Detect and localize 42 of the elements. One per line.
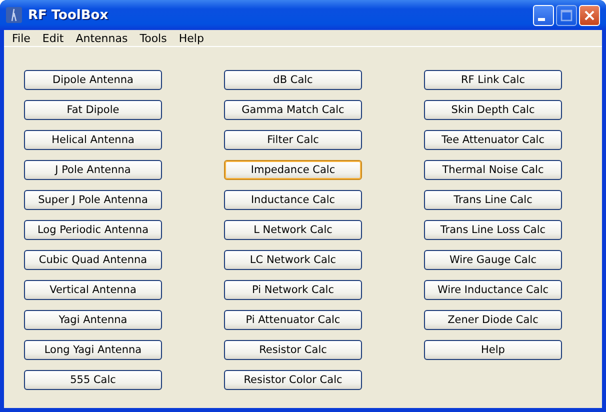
tool-button[interactable]: Zener Diode Calc: [424, 310, 562, 330]
tool-button[interactable]: Log Periodic Antenna: [24, 220, 162, 240]
tool-button[interactable]: Wire Inductance Calc: [424, 280, 562, 300]
menu-item[interactable]: File: [6, 32, 36, 44]
tool-button[interactable]: Helical Antenna: [24, 130, 162, 150]
tool-button[interactable]: Cubic Quad Antenna: [24, 250, 162, 270]
menu-item[interactable]: Help: [172, 32, 210, 44]
minimize-button[interactable]: [533, 4, 554, 26]
tool-button[interactable]: Fat Dipole: [24, 100, 162, 120]
tool-button[interactable]: RF Link Calc: [424, 70, 562, 90]
minimize-icon: [538, 18, 544, 21]
tool-button[interactable]: Long Yagi Antenna: [24, 340, 162, 360]
tool-button[interactable]: Impedance Calc: [224, 160, 362, 180]
tool-button[interactable]: Resistor Calc: [224, 340, 362, 360]
tool-button[interactable]: Yagi Antenna: [24, 310, 162, 330]
tool-button[interactable]: L Network Calc: [224, 220, 362, 240]
tool-button[interactable]: Pi Network Calc: [224, 280, 362, 300]
tool-button[interactable]: Super J Pole Antenna: [24, 190, 162, 210]
tool-button[interactable]: Trans Line Loss Calc: [424, 220, 562, 240]
tool-button[interactable]: Inductance Calc: [224, 190, 362, 210]
tool-button[interactable]: Gamma Match Calc: [224, 100, 362, 120]
tool-button[interactable]: Thermal Noise Calc: [424, 160, 562, 180]
tool-button[interactable]: LC Network Calc: [224, 250, 362, 270]
menu-item[interactable]: Edit: [36, 32, 70, 44]
window-title: RF ToolBox: [28, 8, 110, 22]
tool-button[interactable]: Pi Attenuator Calc: [224, 310, 362, 330]
tool-button[interactable]: Wire Gauge Calc: [424, 250, 562, 270]
tool-button[interactable]: Vertical Antenna: [24, 280, 162, 300]
app-icon: [6, 7, 22, 23]
tool-button[interactable]: Skin Depth Calc: [424, 100, 562, 120]
tool-button[interactable]: Resistor Color Calc: [224, 370, 362, 390]
tool-button[interactable]: J Pole Antenna: [24, 160, 162, 180]
tool-button[interactable]: Help: [424, 340, 562, 360]
tool-button[interactable]: Trans Line Calc: [424, 190, 562, 210]
tool-button[interactable]: Filter Calc: [224, 130, 362, 150]
tool-button[interactable]: dB Calc: [224, 70, 362, 90]
close-button[interactable]: [579, 4, 600, 26]
menu-item[interactable]: Antennas: [70, 32, 134, 44]
menu-item[interactable]: Tools: [134, 32, 173, 44]
tool-button[interactable]: 555 Calc: [24, 370, 162, 390]
tool-button[interactable]: Tee Attenuator Calc: [424, 130, 562, 150]
tool-button[interactable]: Dipole Antenna: [24, 70, 162, 90]
